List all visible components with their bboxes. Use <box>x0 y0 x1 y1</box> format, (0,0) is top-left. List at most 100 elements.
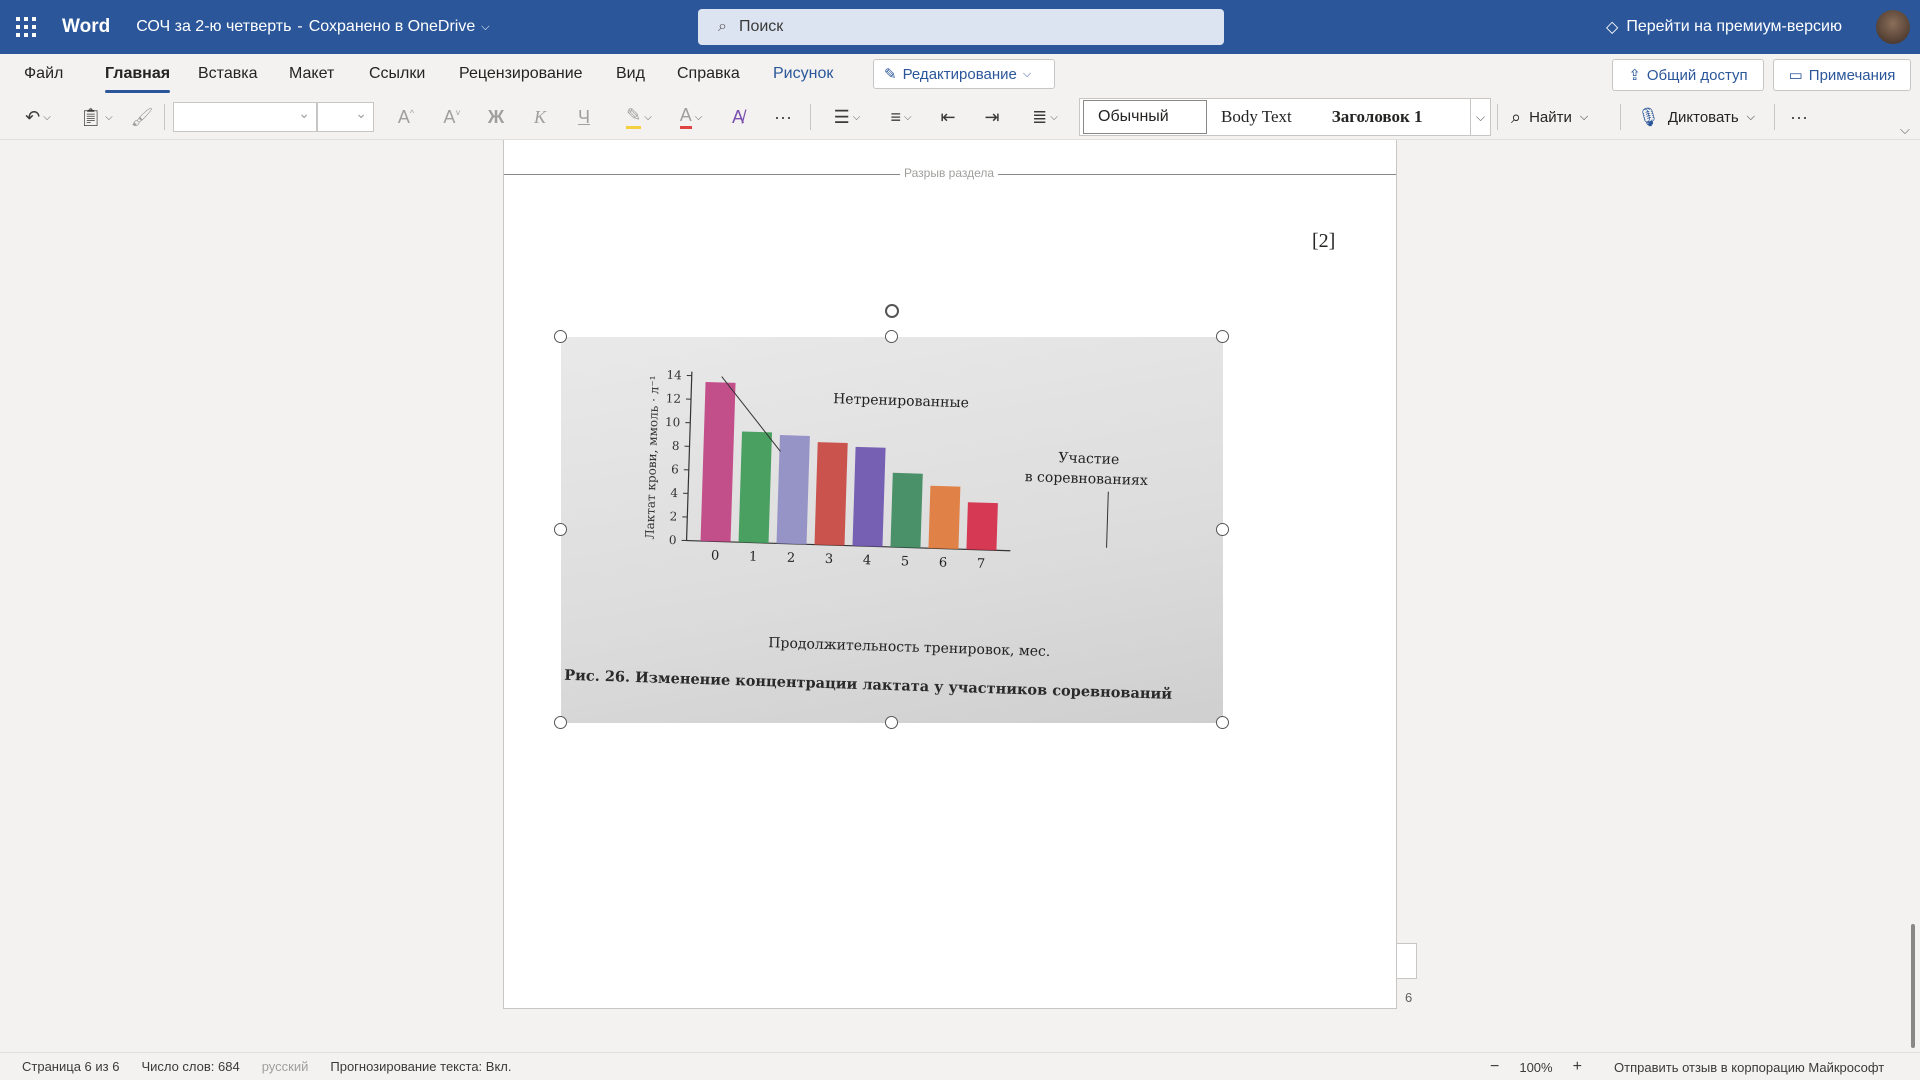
resize-handle[interactable] <box>554 523 567 536</box>
tab-picture[interactable]: Рисунок <box>773 65 833 83</box>
document-title[interactable]: СОЧ за 2-ю четверть - Сохранено в OneDri… <box>136 18 489 36</box>
dictate-button[interactable]: 🎙︎ Диктовать ⌵ <box>1637 102 1755 132</box>
toolbar-divider <box>810 104 811 130</box>
avatar[interactable] <box>1876 10 1910 44</box>
tab-insert[interactable]: Вставка <box>198 65 257 83</box>
ribbon-collapse-icon[interactable]: ⌵ <box>1900 122 1910 138</box>
tab-home[interactable]: Главная <box>105 65 171 93</box>
tab-layout[interactable]: Макет <box>289 65 334 83</box>
document-page[interactable]: Разрыв раздела [2] 0 2 4 6 8 10 12 14 0 1 2 3 4 5 6 7 Н… <box>503 140 1397 1009</box>
clipboard-icon: 📋︎ <box>79 106 103 127</box>
word-count[interactable]: Число слов: 684 <box>141 1059 239 1074</box>
more-icon: ··· <box>774 106 792 127</box>
feedback-link[interactable]: Отправить отзыв в корпорацию Майкрософт <box>1614 1053 1884 1080</box>
scrollbar-thumb[interactable] <box>1911 924 1915 1048</box>
comment-icon: ▭ <box>1788 67 1803 84</box>
grow-font-icon: A^ <box>397 106 415 127</box>
rotate-handle-icon[interactable] <box>885 304 899 318</box>
ribbon-tabs: Файл Главная Вставка Макет Ссылки Реценз… <box>0 54 1920 94</box>
bold-button[interactable]: Ж <box>482 102 510 132</box>
style-normal[interactable]: Обычный <box>1083 100 1207 134</box>
resize-handle[interactable] <box>885 330 898 343</box>
decrease-indent-button[interactable]: ⇤ <box>934 102 962 132</box>
clear-formatting-button[interactable]: A̸ <box>724 102 752 132</box>
format-painter-button[interactable]: 🖌︎ <box>128 102 156 132</box>
paste-button[interactable]: 📋︎ ⌵ <box>74 102 118 132</box>
style-body-text[interactable]: Body Text <box>1207 100 1306 134</box>
increase-indent-button[interactable]: ⇥ <box>978 102 1006 132</box>
numbering-button[interactable]: ≡ ⌵ <box>880 102 922 132</box>
app-name[interactable]: Word <box>62 16 110 38</box>
chevron-down-icon: ⌵ <box>481 20 490 33</box>
pencil-icon: ✎ <box>884 66 897 83</box>
comments-button[interactable]: ▭ Примечания <box>1773 59 1911 91</box>
more-options-button[interactable]: ··· <box>1784 102 1814 132</box>
resize-handle[interactable] <box>885 716 898 729</box>
tab-help[interactable]: Справка <box>677 65 740 83</box>
resize-handle[interactable] <box>1216 716 1229 729</box>
tab-review[interactable]: Рецензирование <box>459 65 583 83</box>
bullets-button[interactable]: ☰ ⌵ <box>826 102 868 132</box>
highlight-button[interactable]: ✎ ⌵ <box>618 102 660 132</box>
vertical-scrollbar[interactable] <box>1906 140 1920 1052</box>
resize-handle[interactable] <box>1216 523 1229 536</box>
underline-button[interactable]: Ч <box>570 102 598 132</box>
diamond-icon: ◇ <box>1606 19 1619 36</box>
premium-label: Перейти на премиум-версию <box>1626 18 1842 35</box>
resize-handle[interactable] <box>554 330 567 343</box>
premium-link[interactable]: ◇ Перейти на премиум-версию <box>1606 0 1842 54</box>
page-number: 6 <box>1405 990 1413 1005</box>
search-icon: ⌕ <box>718 18 727 35</box>
shrink-font-icon: A˅ <box>443 106 461 127</box>
x-axis <box>686 539 1011 552</box>
undo-button[interactable]: ↶ ⌵ <box>18 102 58 132</box>
toolbar-divider <box>1774 104 1775 130</box>
style-heading-1[interactable]: Заголовок 1 <box>1318 100 1437 134</box>
section-break-label: Разрыв раздела <box>900 166 999 180</box>
tab-view[interactable]: Вид <box>616 65 645 83</box>
magnifier-icon: ⌕ <box>1511 106 1522 127</box>
resize-handle[interactable] <box>554 716 567 729</box>
font-size-select[interactable] <box>317 102 374 132</box>
language-status[interactable]: русский <box>262 1059 309 1074</box>
y-tick-label: 2 <box>669 509 677 523</box>
annotation-competition-line2: в соревнованиях <box>1024 469 1148 489</box>
chart-image[interactable]: 0 2 4 6 8 10 12 14 0 1 2 3 4 5 6 7 Нетренированные Учас… <box>561 337 1223 723</box>
highlighter-icon: ✎ <box>626 105 642 129</box>
title-separator: - <box>297 18 303 35</box>
chevron-down-icon: ⌵ <box>1579 110 1589 123</box>
editing-mode-dropdown[interactable]: ✎ Редактирование ⌵ <box>873 59 1055 89</box>
x-tick-label: 7 <box>977 557 986 572</box>
find-button[interactable]: ⌕ Найти ⌵ <box>1511 102 1588 132</box>
y-tick-label: 10 <box>665 415 681 429</box>
text-prediction-status[interactable]: Прогнозирование текста: Вкл. <box>330 1059 511 1074</box>
font-color-button[interactable]: A ⌵ <box>670 102 712 132</box>
italic-button[interactable]: К <box>526 102 554 132</box>
annotation-untrained: Нетренированные <box>833 391 969 411</box>
align-button[interactable]: ≣ ⌵ <box>1024 102 1066 132</box>
app-launcher-icon[interactable] <box>0 0 52 54</box>
zoom-out-icon[interactable]: − <box>1490 1058 1499 1076</box>
figure-caption: Рис. 26. Изменение концентрации лактата … <box>564 667 1172 703</box>
font-family-select[interactable] <box>173 102 317 132</box>
resize-handle[interactable] <box>1216 330 1229 343</box>
tab-file[interactable]: Файл <box>24 65 63 83</box>
tab-references[interactable]: Ссылки <box>369 65 425 83</box>
y-tick-label: 14 <box>666 368 682 382</box>
toolbar-divider <box>1620 104 1621 130</box>
outdent-icon: ⇤ <box>940 106 956 127</box>
shrink-font-button[interactable]: A˅ <box>438 102 466 132</box>
x-tick-label: 4 <box>863 553 872 568</box>
share-button[interactable]: ⇪ Общий доступ <box>1612 59 1764 91</box>
more-font-options-button[interactable]: ··· <box>768 102 798 132</box>
zoom-in-icon[interactable]: + <box>1573 1058 1582 1076</box>
styles-gallery: Обычный Body Text Заголовок 1 ⌵ <box>1079 98 1491 136</box>
search-box[interactable]: ⌕ Поиск <box>698 9 1224 45</box>
grow-font-button[interactable]: A^ <box>392 102 420 132</box>
styles-expand-icon[interactable]: ⌵ <box>1470 99 1490 135</box>
title-bar: Word СОЧ за 2-ю четверть - Сохранено в O… <box>0 0 1920 54</box>
editing-mode-label: Редактирование <box>902 65 1017 83</box>
status-bar: Страница 6 из 6 Число слов: 684 русский … <box>0 1052 1920 1080</box>
zoom-level[interactable]: 100% <box>1519 1060 1552 1075</box>
y-tick-label: 0 <box>669 533 677 547</box>
